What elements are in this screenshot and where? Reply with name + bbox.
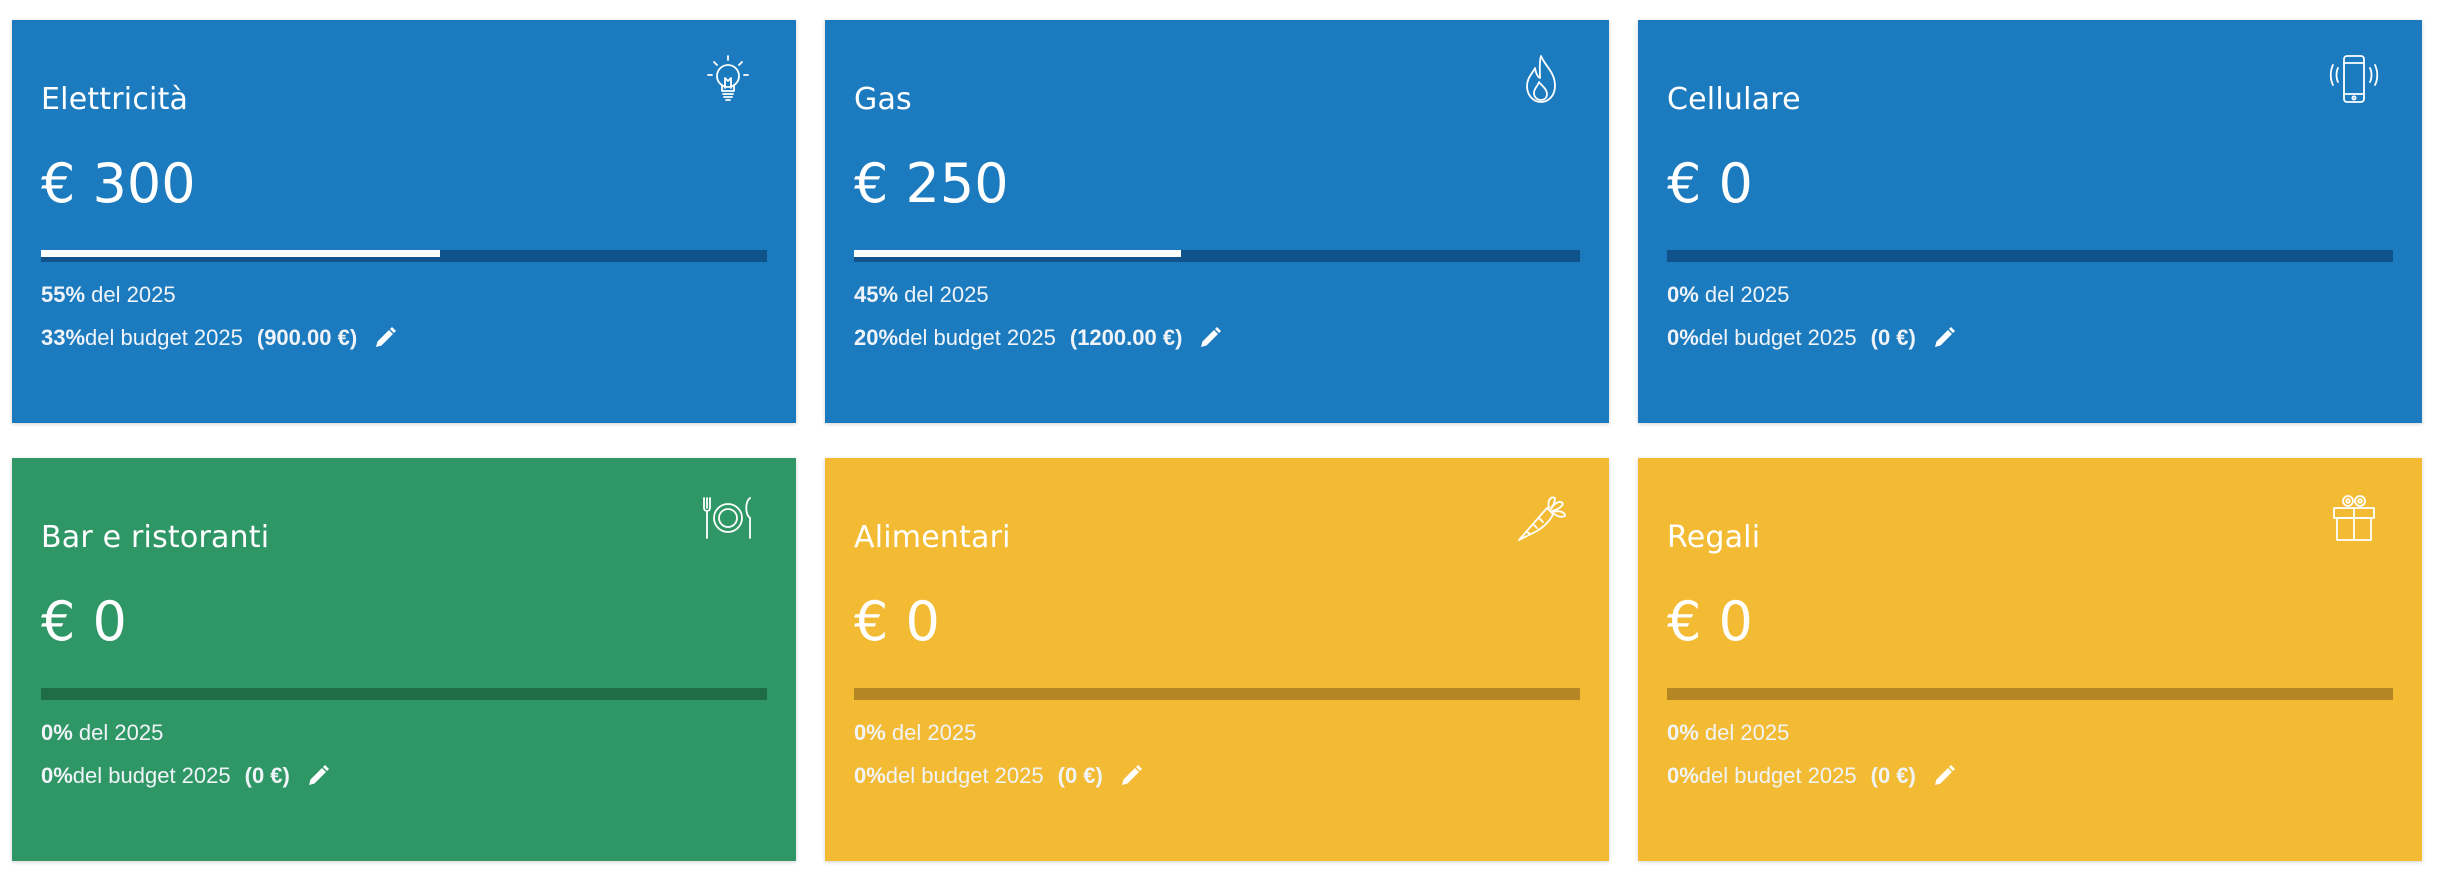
card-title: Bar e ristoranti [41, 520, 270, 555]
pencil-icon[interactable] [1198, 326, 1222, 350]
budget-percent: 0% [1667, 763, 1699, 788]
amount: € 0 [41, 590, 127, 653]
budget-value: (0 €) [244, 763, 290, 788]
pencil-icon[interactable] [1119, 764, 1143, 788]
budget-label: del budget 2025 [898, 325, 1056, 350]
year-label: del 2025 [898, 282, 989, 307]
year-label: del 2025 [1698, 720, 1790, 745]
year-label: del 2025 [85, 282, 176, 307]
progress-fill [41, 250, 441, 257]
card-title: Regali [1667, 520, 1761, 555]
flame-icon [1511, 50, 1571, 110]
year-share: 0% del 2025 [41, 720, 163, 746]
category-card-regali[interactable]: Regali € 0 0% del 2025 0% del budget 202… [1638, 458, 2422, 861]
progress-bar [1667, 688, 2393, 700]
amount: € 0 [1667, 590, 1753, 653]
pencil-icon[interactable] [1932, 764, 1956, 788]
category-card-bar-e-ristoranti[interactable]: Bar e ristoranti € 0 0% del 2025 0% del … [12, 458, 796, 861]
cutlery-plate-icon [698, 488, 758, 548]
budget-share: 33% del budget 2025 (900.00 €) [41, 325, 397, 351]
amount: € 0 [1667, 152, 1753, 215]
progress-bar [854, 688, 1580, 700]
year-share: 0% del 2025 [1667, 720, 1789, 746]
progress-bar [41, 250, 767, 262]
progress-fill [854, 250, 1181, 257]
pencil-icon[interactable] [306, 764, 330, 788]
budget-label: del budget 2025 [72, 763, 231, 788]
category-card-elettricita[interactable]: Elettricità € 300 55% del 2025 33% del b… [12, 20, 796, 423]
budget-share: 0% del budget 2025 (0 €) [41, 763, 330, 789]
budget-label: del budget 2025 [1698, 763, 1857, 788]
amount: € 0 [854, 590, 940, 653]
pencil-icon[interactable] [373, 326, 397, 350]
year-percent: 0% [1667, 720, 1699, 745]
year-percent: 45% [854, 282, 899, 307]
card-title: Gas [854, 82, 912, 117]
budget-percent: 0% [1667, 325, 1699, 350]
budget-share: 20% del budget 2025 (1200.00 €) [854, 325, 1222, 351]
card-title: Elettricità [41, 82, 189, 117]
category-card-gas[interactable]: Gas € 250 45% del 2025 20% del budget 20… [825, 20, 1609, 423]
card-title: Alimentari [854, 520, 1011, 555]
year-percent: 0% [1667, 282, 1699, 307]
carrot-icon [1511, 488, 1571, 548]
budget-share: 0% del budget 2025 (0 €) [1667, 325, 1956, 351]
amount: € 250 [854, 152, 1009, 215]
year-percent: 0% [854, 720, 886, 745]
amount: € 300 [41, 152, 196, 215]
budget-percent: 33% [41, 325, 86, 350]
category-card-cellulare[interactable]: Cellulare € 0 0% del 2025 0% del budget … [1638, 20, 2422, 423]
year-share: 55% del 2025 [41, 282, 176, 308]
budget-value: (900.00 €) [256, 325, 358, 350]
budget-percent: 20% [854, 325, 899, 350]
progress-bar [854, 250, 1580, 262]
year-share: 0% del 2025 [1667, 282, 1789, 308]
progress-bar [1667, 250, 2393, 262]
budget-label: del budget 2025 [85, 325, 243, 350]
budget-value: (0 €) [1057, 763, 1103, 788]
progress-bar [41, 688, 767, 700]
year-label: del 2025 [1698, 282, 1790, 307]
budget-share: 0% del budget 2025 (0 €) [854, 763, 1143, 789]
year-share: 0% del 2025 [854, 720, 976, 746]
year-percent: 55% [41, 282, 86, 307]
year-share: 45% del 2025 [854, 282, 989, 308]
budget-value: (0 €) [1870, 763, 1916, 788]
budget-label: del budget 2025 [1698, 325, 1857, 350]
budget-percent: 0% [41, 763, 73, 788]
lightbulb-icon [698, 50, 758, 110]
budget-label: del budget 2025 [885, 763, 1044, 788]
year-label: del 2025 [885, 720, 977, 745]
year-percent: 0% [41, 720, 73, 745]
budget-share: 0% del budget 2025 (0 €) [1667, 763, 1956, 789]
category-card-alimentari[interactable]: Alimentari € 0 0% del 2025 0% del budget… [825, 458, 1609, 861]
budget-value: (0 €) [1870, 325, 1916, 350]
category-cards-grid: Elettricità € 300 55% del 2025 33% del b… [0, 0, 2441, 873]
budget-percent: 0% [854, 763, 886, 788]
gift-icon [2324, 488, 2384, 548]
year-label: del 2025 [72, 720, 164, 745]
card-title: Cellulare [1667, 82, 1801, 117]
budget-value: (1200.00 €) [1069, 325, 1183, 350]
smartphone-icon [2324, 50, 2384, 110]
pencil-icon[interactable] [1932, 326, 1956, 350]
